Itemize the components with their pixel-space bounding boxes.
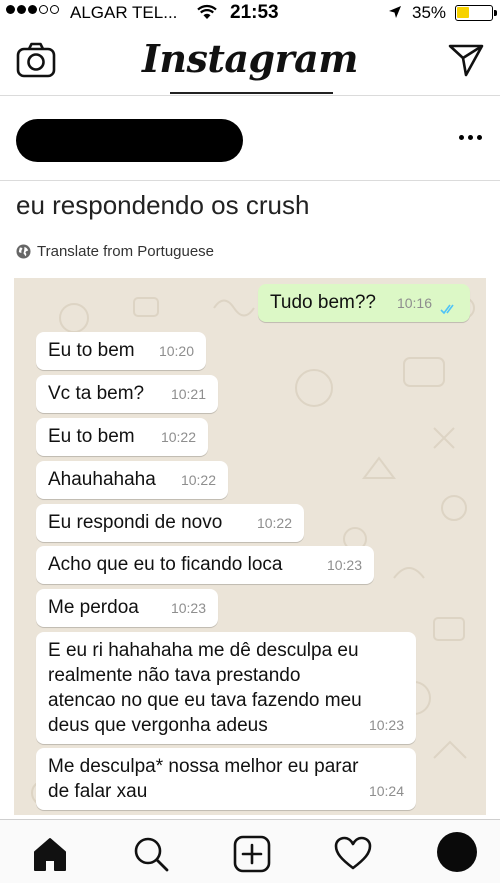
message-time: 10:24 bbox=[368, 783, 404, 799]
location-arrow-icon bbox=[389, 6, 401, 18]
instagram-header: Instagram bbox=[0, 26, 500, 96]
translate-label: Translate from Portuguese bbox=[37, 243, 215, 260]
message-text: Me perdoa bbox=[48, 597, 139, 618]
message-text: Me desculpa* nossa melhor eu parar de fa… bbox=[48, 756, 359, 802]
logo-underline bbox=[170, 92, 333, 94]
message-text: Eu respondi de novo bbox=[48, 512, 223, 533]
message-time: 10:23 bbox=[368, 717, 404, 733]
redacted-username[interactable] bbox=[16, 119, 243, 162]
bottom-navigation bbox=[0, 819, 500, 883]
message-time: 10:23 bbox=[170, 600, 206, 616]
search-icon[interactable] bbox=[131, 834, 171, 874]
message-time: 10:22 bbox=[160, 429, 196, 445]
incoming-message[interactable]: Acho que eu to ficando loca 10:23 bbox=[36, 546, 374, 584]
outgoing-message[interactable]: Tudo bem?? 10:16 bbox=[258, 284, 470, 322]
status-time: 21:53 bbox=[230, 2, 279, 23]
message-text: Vc ta bem? bbox=[48, 383, 145, 404]
message-text: Ahauhahaha bbox=[48, 469, 156, 490]
status-bar: ALGAR TEL... 21:53 35% bbox=[0, 0, 500, 26]
chat-screenshot[interactable]: Tudo bem?? 10:16 Eu to bem 10:20 Vc ta b… bbox=[14, 278, 486, 815]
incoming-message[interactable]: Eu to bem 10:20 bbox=[36, 332, 206, 370]
message-text: Acho que eu to ficando loca bbox=[48, 554, 283, 575]
incoming-message[interactable]: E eu ri hahahaha me dê desculpa eu realm… bbox=[36, 632, 416, 744]
incoming-message[interactable]: Eu respondi de novo 10:22 bbox=[36, 504, 304, 542]
battery-icon bbox=[455, 5, 497, 21]
translate-link[interactable]: Translate from Portuguese bbox=[16, 243, 214, 260]
incoming-message[interactable]: Ahauhahaha 10:22 bbox=[36, 461, 228, 499]
incoming-message[interactable]: Vc ta bem? 10:21 bbox=[36, 375, 218, 413]
incoming-message[interactable]: Me desculpa* nossa melhor eu parar de fa… bbox=[36, 748, 416, 810]
message-text: E eu ri hahahaha me dê desculpa eu realm… bbox=[48, 640, 362, 736]
post-header bbox=[0, 97, 500, 181]
message-time: 10:21 bbox=[170, 386, 206, 402]
wifi-icon bbox=[197, 4, 217, 19]
message-time: 10:20 bbox=[158, 343, 194, 359]
incoming-message[interactable]: Eu to bem 10:22 bbox=[36, 418, 208, 456]
globe-icon bbox=[16, 244, 31, 259]
message-text: Eu to bem bbox=[48, 340, 135, 361]
carrier-name: ALGAR TEL... bbox=[70, 3, 178, 22]
message-text: Tudo bem?? bbox=[270, 292, 376, 313]
message-text: Eu to bem bbox=[48, 426, 135, 447]
heart-icon[interactable] bbox=[333, 834, 373, 874]
instagram-logo[interactable]: Instagram bbox=[0, 36, 500, 81]
add-post-icon[interactable] bbox=[232, 834, 272, 874]
signal-strength-icon bbox=[6, 5, 59, 14]
message-time: 10:23 bbox=[326, 557, 362, 573]
home-icon[interactable] bbox=[30, 834, 70, 874]
incoming-message[interactable]: Me perdoa 10:23 bbox=[36, 589, 218, 627]
more-options-icon[interactable] bbox=[452, 125, 488, 149]
post-caption: eu respondendo os crush bbox=[16, 190, 310, 220]
read-receipt-icon bbox=[440, 304, 454, 315]
battery-percentage: 35% bbox=[412, 3, 447, 22]
message-time: 10:22 bbox=[256, 515, 292, 531]
send-icon[interactable] bbox=[448, 43, 484, 77]
message-time: 10:22 bbox=[180, 472, 216, 488]
message-time: 10:16 bbox=[396, 295, 432, 311]
profile-avatar[interactable] bbox=[437, 832, 477, 872]
